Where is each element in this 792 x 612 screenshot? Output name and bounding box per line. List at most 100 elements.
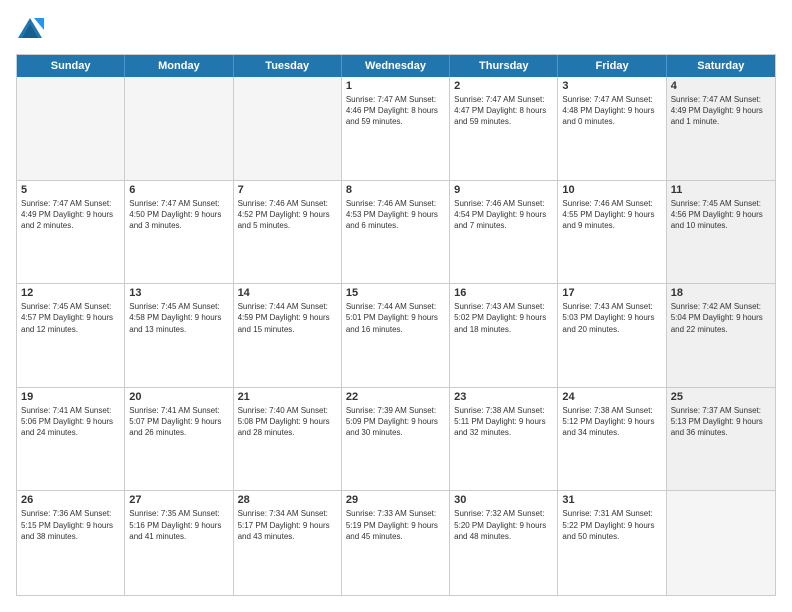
day-info: Sunrise: 7:47 AM Sunset: 4:47 PM Dayligh… xyxy=(454,94,553,128)
logo xyxy=(16,16,48,44)
day-number: 4 xyxy=(671,80,771,92)
day-info: Sunrise: 7:40 AM Sunset: 5:08 PM Dayligh… xyxy=(238,405,337,439)
calendar-cell-3-6: 17 Sunrise: 7:43 AM Sunset: 5:03 PM Dayli… xyxy=(558,284,666,387)
header xyxy=(16,16,776,44)
day-number: 31 xyxy=(562,494,661,506)
day-number: 17 xyxy=(562,287,661,299)
calendar-cell-5-1: 26 Sunrise: 7:36 AM Sunset: 5:15 PM Dayli… xyxy=(17,491,125,595)
day-info: Sunrise: 7:47 AM Sunset: 4:49 PM Dayligh… xyxy=(21,198,120,232)
calendar-cell-4-3: 21 Sunrise: 7:40 AM Sunset: 5:08 PM Dayli… xyxy=(234,388,342,491)
day-info: Sunrise: 7:45 AM Sunset: 4:56 PM Dayligh… xyxy=(671,198,771,232)
header-saturday: Saturday xyxy=(667,55,775,77)
day-number: 3 xyxy=(562,80,661,92)
day-info: Sunrise: 7:43 AM Sunset: 5:02 PM Dayligh… xyxy=(454,301,553,335)
header-thursday: Thursday xyxy=(450,55,558,77)
calendar-cell-2-5: 9 Sunrise: 7:46 AM Sunset: 4:54 PM Daylig… xyxy=(450,181,558,284)
calendar-cell-2-1: 5 Sunrise: 7:47 AM Sunset: 4:49 PM Daylig… xyxy=(17,181,125,284)
calendar-cell-5-4: 29Sunrise: 7:33 AM Sunset: 5:19 PM Dayli… xyxy=(342,491,450,595)
day-info: Sunrise: 7:39 AM Sunset: 5:09 PM Dayligh… xyxy=(346,405,445,439)
calendar-week-2: 5 Sunrise: 7:47 AM Sunset: 4:49 PM Daylig… xyxy=(17,181,775,285)
calendar-cell-4-4: 22Sunrise: 7:39 AM Sunset: 5:09 PM Dayli… xyxy=(342,388,450,491)
calendar-week-1: 1 Sunrise: 7:47 AM Sunset: 4:46 PM Daylig… xyxy=(17,77,775,181)
calendar-cell-5-5: 30 Sunrise: 7:32 AM Sunset: 5:20 PM Dayli… xyxy=(450,491,558,595)
day-info: Sunrise: 7:43 AM Sunset: 5:03 PM Dayligh… xyxy=(562,301,661,335)
day-number: 5 xyxy=(21,184,120,196)
day-number: 6 xyxy=(129,184,228,196)
day-number: 7 xyxy=(238,184,337,196)
calendar-cell-4-5: 23 Sunrise: 7:38 AM Sunset: 5:11 PM Dayli… xyxy=(450,388,558,491)
calendar-body: 1 Sunrise: 7:47 AM Sunset: 4:46 PM Daylig… xyxy=(17,77,775,595)
day-number: 27 xyxy=(129,494,228,506)
day-number: 16 xyxy=(454,287,553,299)
day-number: 14 xyxy=(238,287,337,299)
day-info: Sunrise: 7:37 AM Sunset: 5:13 PM Dayligh… xyxy=(671,405,771,439)
calendar-cell-1-3 xyxy=(234,77,342,180)
day-info: Sunrise: 7:47 AM Sunset: 4:48 PM Dayligh… xyxy=(562,94,661,128)
calendar-cell-5-7 xyxy=(667,491,775,595)
calendar-cell-3-4: 15 Sunrise: 7:44 AM Sunset: 5:01 PM Dayli… xyxy=(342,284,450,387)
day-number: 19 xyxy=(21,391,120,403)
page: Sunday Monday Tuesday Wednesday Thursday… xyxy=(0,0,792,612)
day-number: 13 xyxy=(129,287,228,299)
day-number: 10 xyxy=(562,184,661,196)
day-number: 21 xyxy=(238,391,337,403)
day-number: 28 xyxy=(238,494,337,506)
day-info: Sunrise: 7:42 AM Sunset: 5:04 PM Dayligh… xyxy=(671,301,771,335)
day-info: Sunrise: 7:46 AM Sunset: 4:52 PM Dayligh… xyxy=(238,198,337,232)
day-info: Sunrise: 7:46 AM Sunset: 4:54 PM Dayligh… xyxy=(454,198,553,232)
day-info: Sunrise: 7:31 AM Sunset: 5:22 PM Dayligh… xyxy=(562,508,661,542)
calendar-cell-1-5: 2 Sunrise: 7:47 AM Sunset: 4:47 PM Daylig… xyxy=(450,77,558,180)
day-info: Sunrise: 7:35 AM Sunset: 5:16 PM Dayligh… xyxy=(129,508,228,542)
day-number: 18 xyxy=(671,287,771,299)
calendar-cell-2-6: 10Sunrise: 7:46 AM Sunset: 4:55 PM Dayli… xyxy=(558,181,666,284)
calendar: Sunday Monday Tuesday Wednesday Thursday… xyxy=(16,54,776,596)
calendar-cell-2-7: 11 Sunrise: 7:45 AM Sunset: 4:56 PM Dayli… xyxy=(667,181,775,284)
calendar-week-4: 19Sunrise: 7:41 AM Sunset: 5:06 PM Dayli… xyxy=(17,388,775,492)
calendar-week-5: 26 Sunrise: 7:36 AM Sunset: 5:15 PM Dayli… xyxy=(17,491,775,595)
header-sunday: Sunday xyxy=(17,55,125,77)
day-number: 20 xyxy=(129,391,228,403)
day-info: Sunrise: 7:44 AM Sunset: 4:59 PM Dayligh… xyxy=(238,301,337,335)
logo-icon xyxy=(16,16,44,44)
calendar-cell-4-1: 19Sunrise: 7:41 AM Sunset: 5:06 PM Dayli… xyxy=(17,388,125,491)
calendar-cell-1-7: 4 Sunrise: 7:47 AM Sunset: 4:49 PM Daylig… xyxy=(667,77,775,180)
calendar-cell-5-6: 31 Sunrise: 7:31 AM Sunset: 5:22 PM Dayli… xyxy=(558,491,666,595)
day-number: 23 xyxy=(454,391,553,403)
calendar-cell-4-6: 24Sunrise: 7:38 AM Sunset: 5:12 PM Dayli… xyxy=(558,388,666,491)
day-info: Sunrise: 7:41 AM Sunset: 5:07 PM Dayligh… xyxy=(129,405,228,439)
day-info: Sunrise: 7:44 AM Sunset: 5:01 PM Dayligh… xyxy=(346,301,445,335)
day-number: 25 xyxy=(671,391,771,403)
calendar-cell-5-2: 27 Sunrise: 7:35 AM Sunset: 5:16 PM Dayli… xyxy=(125,491,233,595)
day-number: 1 xyxy=(346,80,445,92)
day-info: Sunrise: 7:32 AM Sunset: 5:20 PM Dayligh… xyxy=(454,508,553,542)
calendar-cell-2-4: 8 Sunrise: 7:46 AM Sunset: 4:53 PM Daylig… xyxy=(342,181,450,284)
calendar-week-3: 12Sunrise: 7:45 AM Sunset: 4:57 PM Dayli… xyxy=(17,284,775,388)
header-tuesday: Tuesday xyxy=(234,55,342,77)
calendar-cell-3-2: 13 Sunrise: 7:45 AM Sunset: 4:58 PM Dayli… xyxy=(125,284,233,387)
calendar-cell-3-5: 16 Sunrise: 7:43 AM Sunset: 5:02 PM Dayli… xyxy=(450,284,558,387)
calendar-cell-3-1: 12Sunrise: 7:45 AM Sunset: 4:57 PM Dayli… xyxy=(17,284,125,387)
day-info: Sunrise: 7:45 AM Sunset: 4:58 PM Dayligh… xyxy=(129,301,228,335)
day-number: 11 xyxy=(671,184,771,196)
calendar-header: Sunday Monday Tuesday Wednesday Thursday… xyxy=(17,55,775,77)
day-info: Sunrise: 7:47 AM Sunset: 4:49 PM Dayligh… xyxy=(671,94,771,128)
calendar-cell-3-7: 18 Sunrise: 7:42 AM Sunset: 5:04 PM Dayli… xyxy=(667,284,775,387)
day-info: Sunrise: 7:47 AM Sunset: 4:46 PM Dayligh… xyxy=(346,94,445,128)
day-number: 8 xyxy=(346,184,445,196)
day-info: Sunrise: 7:46 AM Sunset: 4:53 PM Dayligh… xyxy=(346,198,445,232)
header-monday: Monday xyxy=(125,55,233,77)
day-info: Sunrise: 7:38 AM Sunset: 5:11 PM Dayligh… xyxy=(454,405,553,439)
day-number: 30 xyxy=(454,494,553,506)
day-number: 24 xyxy=(562,391,661,403)
day-number: 2 xyxy=(454,80,553,92)
header-wednesday: Wednesday xyxy=(342,55,450,77)
calendar-cell-3-3: 14 Sunrise: 7:44 AM Sunset: 4:59 PM Dayli… xyxy=(234,284,342,387)
day-number: 9 xyxy=(454,184,553,196)
day-number: 15 xyxy=(346,287,445,299)
day-info: Sunrise: 7:36 AM Sunset: 5:15 PM Dayligh… xyxy=(21,508,120,542)
calendar-cell-2-2: 6 Sunrise: 7:47 AM Sunset: 4:50 PM Daylig… xyxy=(125,181,233,284)
day-number: 26 xyxy=(21,494,120,506)
header-friday: Friday xyxy=(558,55,666,77)
day-info: Sunrise: 7:47 AM Sunset: 4:50 PM Dayligh… xyxy=(129,198,228,232)
day-info: Sunrise: 7:33 AM Sunset: 5:19 PM Dayligh… xyxy=(346,508,445,542)
